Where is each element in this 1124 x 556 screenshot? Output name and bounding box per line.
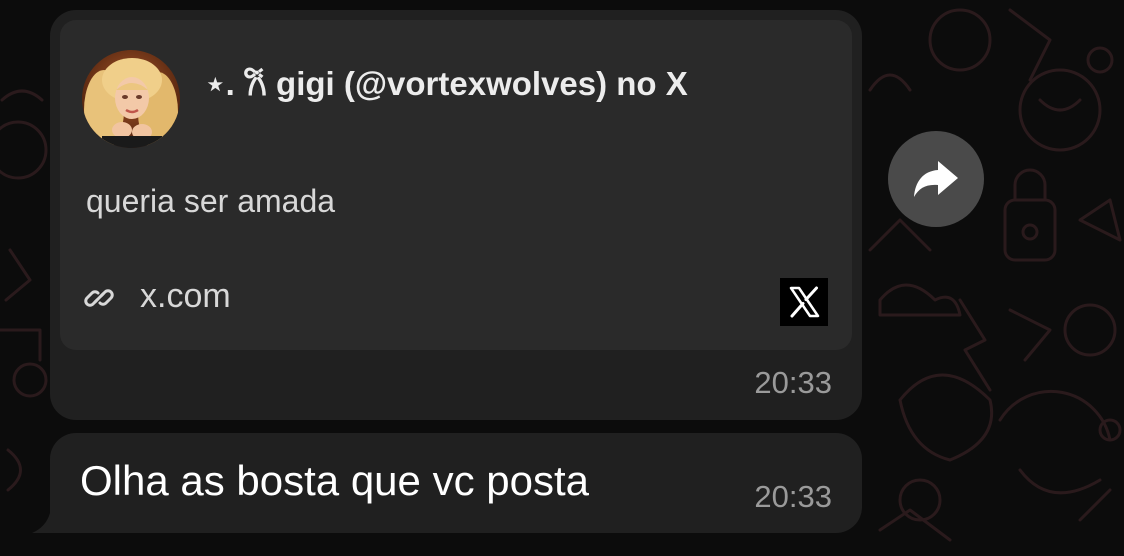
preview-description: queria ser amada bbox=[86, 183, 336, 219]
preview-title: ⋆. 𐙚 gigi (@vortexwolves) no X bbox=[205, 65, 688, 102]
message-text: Olha as bosta que vc posta bbox=[80, 457, 589, 504]
message-timestamp: 20:33 bbox=[754, 365, 832, 400]
link-icon bbox=[84, 289, 114, 307]
link-preview-card[interactable]: ⋆. 𐙚 gigi (@vortexwolves) no X queria se… bbox=[60, 20, 852, 350]
forward-button[interactable] bbox=[888, 131, 984, 227]
text-message[interactable]: Olha as bosta que vc posta 20:33 bbox=[50, 433, 862, 533]
preview-domain: x.com bbox=[140, 277, 231, 315]
link-preview-message[interactable]: ⋆. 𐙚 gigi (@vortexwolves) no X queria se… bbox=[50, 10, 862, 420]
forward-arrow-icon bbox=[914, 161, 958, 197]
profile-avatar bbox=[82, 50, 180, 148]
x-logo-icon bbox=[780, 278, 828, 326]
message-timestamp: 20:33 bbox=[754, 479, 832, 514]
